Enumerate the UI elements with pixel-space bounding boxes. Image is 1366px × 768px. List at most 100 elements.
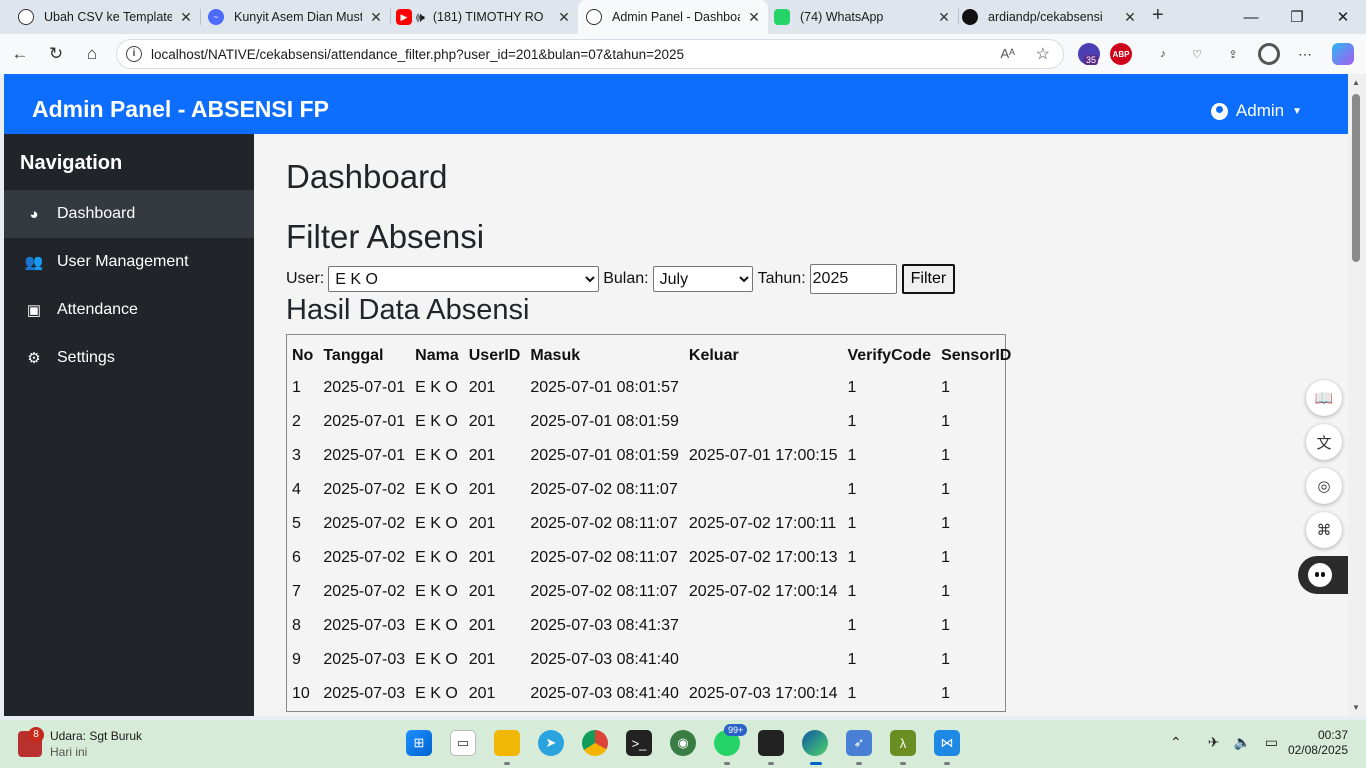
- weather-widget[interactable]: 8 Udara: Sgt Buruk Hari ini: [18, 727, 142, 760]
- browser-tab[interactable]: ▶ 🕪 (181) TIMOTHY RO ✕: [392, 0, 578, 34]
- health-icon[interactable]: ♡: [1186, 43, 1208, 65]
- user-select[interactable]: E K O: [328, 266, 600, 292]
- brand-title[interactable]: Admin Panel - ABSENSI FP: [32, 96, 329, 123]
- table-cell: 1: [941, 549, 950, 566]
- close-icon[interactable]: ✕: [550, 9, 578, 26]
- table-cell: E K O: [415, 515, 458, 532]
- copilot-icon[interactable]: [1332, 43, 1354, 65]
- sidebar-title: Navigation: [20, 152, 123, 174]
- close-icon[interactable]: ✕: [1116, 9, 1144, 26]
- browser-tab[interactable]: Ubah CSV ke Template ✕: [0, 0, 200, 34]
- close-icon[interactable]: ✕: [930, 9, 958, 26]
- table-row: 2 2025-07-01 E K O 201 2025-07-01 08:01:59 1 1: [287, 405, 1016, 439]
- more-menu-icon[interactable]: ⋯: [1294, 43, 1316, 65]
- attendance-table: No Tanggal Nama UserID Masuk Keluar VerifyCode…: [286, 334, 1011, 712]
- profile-avatar-icon[interactable]: [1258, 43, 1280, 65]
- browser-tab[interactable]: ardiandp/cekabsensi ✕: [958, 0, 1144, 34]
- task-view-icon[interactable]: ▭: [450, 730, 476, 756]
- admin-dropdown[interactable]: Admin ▼: [1210, 101, 1302, 121]
- user-label: User:: [286, 270, 325, 287]
- adblock-plus-icon[interactable]: ABP: [1110, 43, 1132, 65]
- vscode-icon[interactable]: ⋈: [934, 730, 960, 756]
- browser-tab[interactable]: ~ Kunyit Asem Dian Musti ✕: [200, 0, 390, 34]
- chevron-up-icon[interactable]: ⌃: [1170, 734, 1182, 751]
- table-cell: 2025-07-01: [323, 447, 406, 464]
- sidebar-item-label: Dashboard: [57, 205, 136, 222]
- reading-view-icon[interactable]: 📖: [1306, 380, 1342, 416]
- window-close-icon[interactable]: ✕: [1320, 0, 1366, 34]
- speaker-icon[interactable]: 🕪: [416, 9, 425, 26]
- site-info-icon[interactable]: i: [126, 46, 142, 62]
- translate-icon[interactable]: 文: [1306, 424, 1342, 460]
- copilot-face-icon: [1308, 563, 1332, 587]
- address-bar[interactable]: i localhost/NATIVE/cekabsensi/attendance…: [116, 39, 1064, 69]
- browser-tab-active[interactable]: Admin Panel - Dashboard ✕: [578, 0, 768, 34]
- month-select[interactable]: July: [652, 266, 753, 292]
- share-icon[interactable]: ⇪: [1222, 43, 1244, 65]
- table-cell: 1: [941, 481, 950, 498]
- table-cell: 2025-07-03: [323, 651, 406, 668]
- sidebar-item-dashboard[interactable]: ◕ Dashboard: [4, 190, 254, 238]
- airplane-mode-icon[interactable]: ✈: [1208, 734, 1220, 751]
- scroll-down-icon[interactable]: ▼: [1352, 703, 1360, 712]
- year-input[interactable]: [809, 264, 897, 294]
- edge-browser-icon[interactable]: [802, 730, 828, 756]
- sidebar-item-user-management[interactable]: 👥 User Management: [4, 238, 254, 286]
- owl-app-icon[interactable]: ◉: [670, 730, 696, 756]
- back-icon[interactable]: ←: [6, 40, 34, 68]
- close-icon[interactable]: ✕: [740, 9, 768, 26]
- filter-button[interactable]: Filter: [901, 264, 956, 294]
- battery-icon[interactable]: ▭: [1265, 734, 1278, 751]
- favorite-star-icon[interactable]: ☆: [1036, 44, 1050, 64]
- table-row: 1 2025-07-01 E K O 201 2025-07-01 08:01:57 1 1: [287, 371, 1016, 405]
- windows-start-icon[interactable]: ⊞: [406, 730, 432, 756]
- table-cell: E K O: [415, 685, 458, 702]
- scroll-thumb[interactable]: [1352, 94, 1360, 262]
- table-cell: 201: [468, 549, 496, 566]
- minimize-icon[interactable]: —: [1228, 0, 1274, 34]
- tab-title: Ubah CSV ke Template: [44, 10, 172, 24]
- podcast-icon[interactable]: ◎: [1306, 468, 1342, 504]
- volume-icon[interactable]: 🔈: [1233, 734, 1250, 751]
- scroll-up-icon[interactable]: ▲: [1352, 78, 1360, 87]
- telegram-icon[interactable]: ➤: [538, 730, 564, 756]
- close-icon[interactable]: ✕: [172, 9, 200, 26]
- sidebar-item-settings[interactable]: ⚙ Settings: [4, 334, 254, 382]
- table-cell: 201: [468, 379, 496, 396]
- extension-icon[interactable]: 35: [1078, 43, 1100, 65]
- extensions-icon[interactable]: ♪: [1152, 43, 1174, 65]
- home-icon[interactable]: ⌂: [78, 40, 106, 68]
- filter-form: User: E K O Bulan: July Tahun: Filter: [286, 264, 956, 294]
- apps-grid-icon[interactable]: ⌘: [1306, 512, 1342, 548]
- running-indicator: [856, 762, 862, 765]
- close-icon[interactable]: ✕: [362, 9, 390, 26]
- user-circle-icon: [1210, 102, 1228, 120]
- new-tab-icon[interactable]: +: [1152, 4, 1164, 27]
- whatsapp-icon[interactable]: 99+: [714, 724, 748, 756]
- file-explorer-icon[interactable]: [494, 730, 520, 756]
- table-row: 6 2025-07-02 E K O 201 2025-07-02 08:11:07 20…: [287, 541, 1016, 575]
- browser-tab[interactable]: (74) WhatsApp ✕: [768, 0, 958, 34]
- system-clock[interactable]: 00:37 02/08/2025: [1288, 728, 1348, 758]
- extension-badge: 35: [1084, 55, 1099, 65]
- sidebar-item-attendance[interactable]: ▣ Attendance: [4, 286, 254, 334]
- table-cell: 2025-07-01 17:00:15: [688, 447, 838, 464]
- chrome-icon[interactable]: [582, 730, 608, 756]
- table-cell: [684, 609, 843, 643]
- terminal-icon[interactable]: >_: [626, 730, 652, 756]
- read-aloud-icon[interactable]: Aᴬ: [1000, 46, 1015, 61]
- table-cell: 201: [468, 617, 496, 634]
- column-header: UserID: [468, 347, 521, 364]
- table-cell: 2025-07-01 08:01:59: [530, 413, 679, 430]
- github-icon: [962, 9, 978, 25]
- table-cell: [684, 643, 843, 677]
- refresh-icon[interactable]: ↻: [42, 40, 70, 68]
- sticky-notes-icon[interactable]: [758, 730, 784, 756]
- copilot-assistant-button[interactable]: [1298, 556, 1348, 594]
- feather-app-icon[interactable]: ➶: [846, 730, 872, 756]
- table-cell: 10: [292, 685, 310, 702]
- tab-title: Admin Panel - Dashboard: [612, 10, 740, 24]
- restore-icon[interactable]: ❐: [1274, 0, 1320, 34]
- page-scrollbar[interactable]: ▲ ▼: [1348, 74, 1366, 716]
- xampp-icon[interactable]: λ: [890, 730, 916, 756]
